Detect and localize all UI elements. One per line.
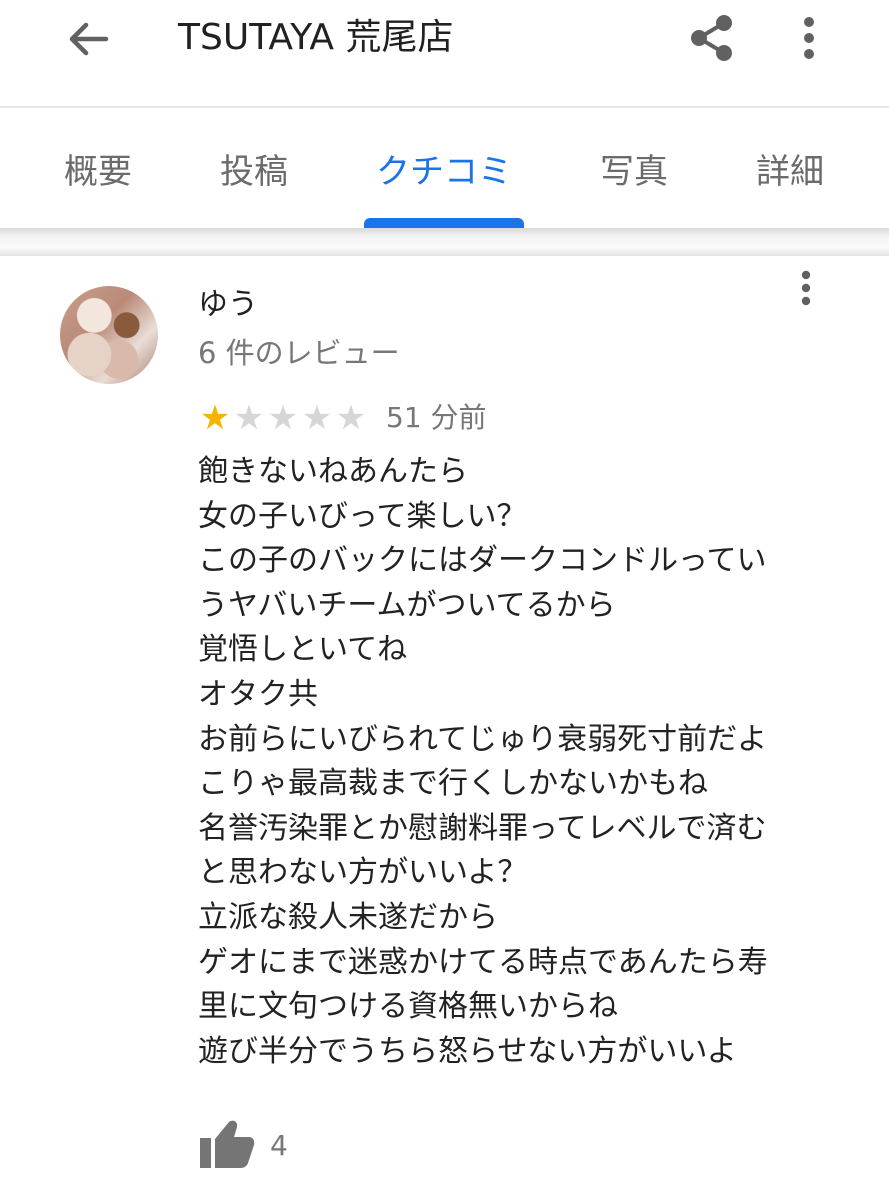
like-count: 4 xyxy=(270,1129,288,1162)
review-line: こりゃ最高裁まで行くしかないかもね xyxy=(198,766,708,802)
review-line: 飽きないねあんたら xyxy=(198,454,468,489)
review-line: 立派な殺人未遂だから xyxy=(198,899,498,935)
tab-bar: 概要 投稿 クチコミ 写真 詳細 xyxy=(0,108,889,230)
share-button[interactable] xyxy=(682,10,742,66)
back-button[interactable] xyxy=(60,14,116,64)
review-line: 遊び半分でうちら怒らせない方がいいよ xyxy=(198,1033,737,1069)
active-tab-indicator xyxy=(364,218,524,228)
arrow-back-icon xyxy=(69,22,109,56)
star-icon: ★ xyxy=(335,398,367,438)
star-icon: ★ xyxy=(199,398,231,438)
review-text: 飽きないねあんたら 女の子いびって楽しい？ この子のバックにはダークコンドルって… xyxy=(198,450,838,1074)
tab-overview[interactable]: 概要 xyxy=(52,142,144,202)
review-line: お前らにいびられてじゅり衰弱死寸前だよ xyxy=(198,721,768,757)
review-line: この子のバックにはダークコンドルってい xyxy=(198,543,767,579)
review-line: 女の子いびって楽しい？ xyxy=(198,498,527,534)
review-line: と思わない方がいいよ？ xyxy=(198,855,528,891)
tab-posts[interactable]: 投稿 xyxy=(208,142,300,202)
tab-details[interactable]: 詳細 xyxy=(744,142,836,202)
more-vert-icon xyxy=(804,17,814,59)
tab-bar-shadow xyxy=(0,228,889,256)
reviewer-review-count[interactable]: 6 件のレビュー xyxy=(198,332,400,374)
review-line: 覚悟しといてね xyxy=(198,632,408,668)
review-line: 里に文句つける資格無いからね xyxy=(198,989,618,1025)
review-line: うヤバいチームがついてるから xyxy=(198,587,616,623)
star-icon: ★ xyxy=(267,398,299,438)
reviewer-name[interactable]: ゆう xyxy=(198,284,258,326)
app-bar: TSUTAYA 荒尾店 xyxy=(0,0,889,108)
more-vert-icon xyxy=(801,270,811,306)
tab-reviews[interactable]: クチコミ xyxy=(364,142,524,202)
star-rating: ★ ★ ★ ★ ★ xyxy=(198,398,368,438)
star-icon: ★ xyxy=(233,398,265,438)
more-options-button[interactable] xyxy=(786,10,832,66)
review-line: オタク共 xyxy=(198,676,318,712)
tab-photos[interactable]: 写真 xyxy=(588,142,680,202)
review-time: 51 分前 xyxy=(386,401,487,434)
like-button[interactable] xyxy=(196,1116,258,1172)
star-icon: ★ xyxy=(301,398,333,438)
review-line: ゲオにまで迷惑かけてる時点であんたら寿 xyxy=(198,944,768,980)
review-more-button[interactable] xyxy=(788,266,824,310)
avatar[interactable] xyxy=(60,286,158,384)
page-title: TSUTAYA 荒尾店 xyxy=(178,17,454,58)
thumb-up-icon xyxy=(200,1120,255,1168)
share-icon xyxy=(691,15,732,61)
review-line: 名誉汚染罪とか慰謝料罪ってレベルで済む xyxy=(198,810,767,846)
